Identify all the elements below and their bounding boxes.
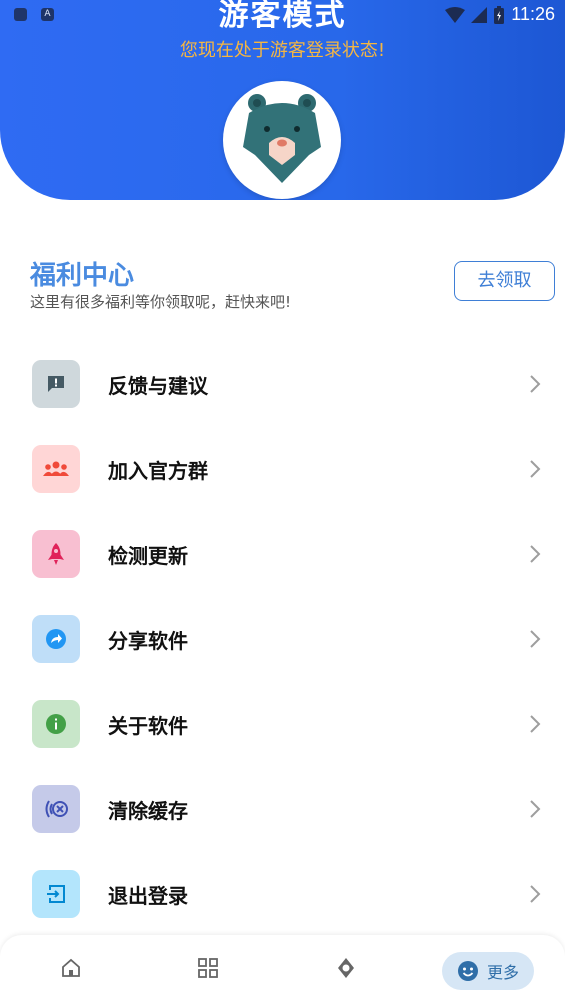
menu-label: 清除缓存	[108, 799, 188, 823]
settings-menu: 反馈与建议 加入官方群 检测更新 分享软件 关于软件 清除缓存 退出登录	[0, 342, 565, 937]
compass-icon	[338, 958, 354, 978]
a-icon: A	[41, 8, 54, 21]
nav-home[interactable]	[56, 953, 86, 983]
nav-discover[interactable]	[331, 953, 361, 983]
status-bar: A 11:26	[0, 0, 565, 32]
welfare-center: 福利中心 这里有很多福利等你领取呢，赶快来吧! 去领取	[30, 255, 555, 315]
chevron-right-icon	[530, 545, 541, 563]
sim-icon	[14, 8, 27, 21]
menu-label: 分享软件	[108, 629, 188, 653]
bear-logo-icon	[243, 94, 321, 183]
menu-item-clear-cache[interactable]: 清除缓存	[0, 767, 565, 852]
chevron-right-icon	[530, 715, 541, 733]
menu-item-about[interactable]: 关于软件	[0, 682, 565, 767]
chevron-right-icon	[530, 630, 541, 648]
page-subtitle: 您现在处于游客登录状态!	[179, 40, 386, 61]
share-icon	[32, 615, 80, 663]
chevron-right-icon	[530, 800, 541, 818]
feedback-icon	[32, 360, 80, 408]
signal-icon	[471, 6, 488, 23]
chevron-right-icon	[530, 885, 541, 903]
menu-label: 关于软件	[108, 714, 188, 738]
smile-icon	[457, 961, 478, 981]
menu-item-logout[interactable]: 退出登录	[0, 852, 565, 937]
claim-button[interactable]: 去领取	[454, 261, 555, 301]
clear-cache-icon	[32, 785, 80, 833]
menu-label: 检测更新	[108, 544, 188, 568]
welfare-title: 福利中心	[30, 261, 135, 291]
menu-item-share[interactable]: 分享软件	[0, 597, 565, 682]
avatar[interactable]	[223, 81, 341, 199]
chevron-right-icon	[530, 460, 541, 478]
nav-apps[interactable]	[193, 953, 223, 983]
group-icon	[32, 445, 80, 493]
menu-label: 退出登录	[108, 884, 188, 908]
battery-icon	[494, 5, 505, 24]
menu-item-join-group[interactable]: 加入官方群	[0, 427, 565, 512]
menu-item-feedback[interactable]: 反馈与建议	[0, 342, 565, 427]
menu-item-check-update[interactable]: 检测更新	[0, 512, 565, 597]
info-icon	[32, 700, 80, 748]
menu-label: 加入官方群	[108, 459, 208, 483]
nav-more[interactable]: 更多	[442, 952, 534, 990]
welfare-description: 这里有很多福利等你领取呢，赶快来吧!	[30, 293, 292, 311]
bottom-nav: 更多	[0, 935, 565, 1003]
grid-icon	[198, 958, 218, 978]
wifi-icon	[445, 6, 466, 23]
menu-label: 反馈与建议	[108, 374, 208, 398]
nav-more-label: 更多	[486, 963, 519, 982]
home-icon	[62, 958, 80, 977]
chevron-right-icon	[530, 375, 541, 393]
rocket-icon	[32, 530, 80, 578]
clock: 11:26	[511, 4, 555, 24]
logout-icon	[32, 870, 80, 918]
